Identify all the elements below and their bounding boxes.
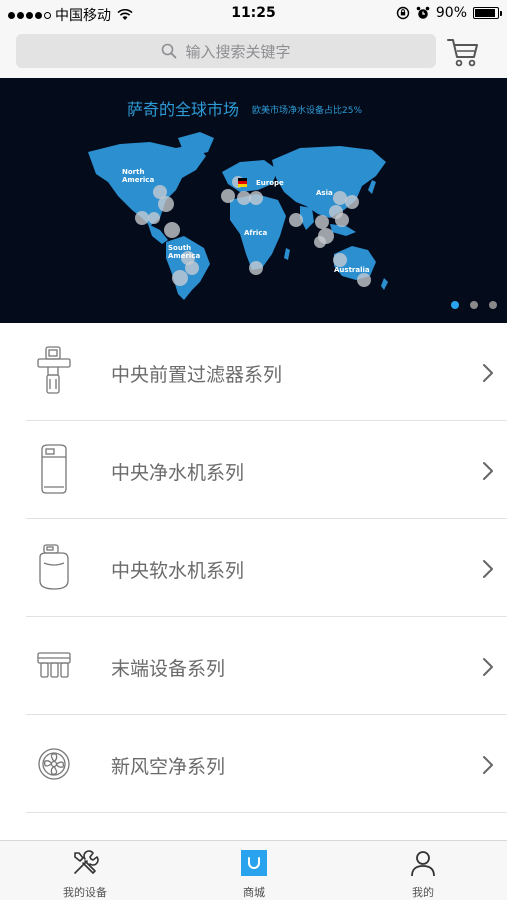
tab-label: 商城 [243, 886, 265, 899]
chevron-right-icon [483, 756, 493, 774]
pager-dot[interactable] [470, 301, 478, 309]
banner-title: 萨奇的全球市场 [127, 100, 240, 119]
pager-dot[interactable] [451, 301, 459, 309]
list-item[interactable]: 中央软水机系列 [0, 519, 507, 617]
tab-label: 我的设备 [63, 886, 107, 899]
cart-icon[interactable] [446, 36, 480, 68]
tab-store[interactable]: 商城 [194, 841, 314, 900]
map-label-north-america: North America [122, 168, 155, 184]
fresh-air-icon [38, 748, 70, 780]
tab-bar: 我的设备 商城 我的 [0, 840, 507, 900]
category-label: 末端设备系列 [111, 658, 226, 680]
store-icon [241, 850, 267, 876]
alarm-icon [416, 6, 430, 19]
map-label-europe: Europe [256, 179, 284, 187]
germany-flag-marker [238, 178, 247, 187]
battery-percent: 90% [435, 5, 467, 21]
search-input[interactable]: 输入搜索关键字 [16, 34, 436, 68]
search-header: 输入搜索关键字 [0, 28, 507, 78]
search-placeholder: 输入搜索关键字 [185, 42, 291, 61]
map-label-asia: Asia [316, 189, 333, 197]
tab-profile[interactable]: 我的 [363, 841, 483, 900]
map-label-africa: Africa [244, 229, 268, 237]
list-item[interactable]: 末端设备系列 [0, 617, 507, 715]
orientation-lock-icon [396, 6, 410, 20]
promo-banner[interactable]: 萨奇的全球市场 欧美市场净水设备占比25% North America Euro… [0, 78, 507, 323]
pager-dot[interactable] [489, 301, 497, 309]
chevron-right-icon [483, 560, 493, 578]
user-icon [411, 851, 435, 877]
banner-subtitle: 欧美市场净水设备占比25% [252, 106, 363, 116]
map-label-australia: Australia [334, 266, 370, 274]
tab-my-devices[interactable]: 我的设备 [25, 841, 145, 900]
category-label: 中央净水机系列 [111, 462, 245, 484]
battery-icon [473, 7, 502, 19]
list-item[interactable]: 中央前置过滤器系列 [0, 323, 507, 421]
status-right: 90% [396, 5, 502, 21]
category-label: 中央前置过滤器系列 [111, 364, 283, 386]
chevron-right-icon [483, 364, 493, 382]
category-label: 新风空净系列 [111, 756, 226, 778]
category-label: 中央软水机系列 [111, 560, 245, 582]
tools-icon [74, 850, 99, 874]
search-icon [162, 43, 177, 59]
pre-filter-icon [37, 346, 71, 394]
map-label-south-america: South America [168, 244, 201, 260]
terminal-device-icon [37, 652, 71, 678]
chevron-right-icon [483, 658, 493, 676]
banner-pager[interactable] [451, 301, 497, 309]
tab-label: 我的 [412, 886, 434, 899]
status-bar: 中国移动 11:25 90% [0, 0, 507, 28]
water-purifier-icon [41, 444, 67, 494]
water-softener-icon [39, 544, 69, 590]
category-list: 中央前置过滤器系列 中央净水机系列 中央软水机系列 末端设备系列 新风空净系列 [0, 323, 507, 813]
list-item[interactable]: 中央净水机系列 [0, 421, 507, 519]
chevron-right-icon [483, 462, 493, 480]
list-item[interactable]: 新风空净系列 [0, 715, 507, 813]
